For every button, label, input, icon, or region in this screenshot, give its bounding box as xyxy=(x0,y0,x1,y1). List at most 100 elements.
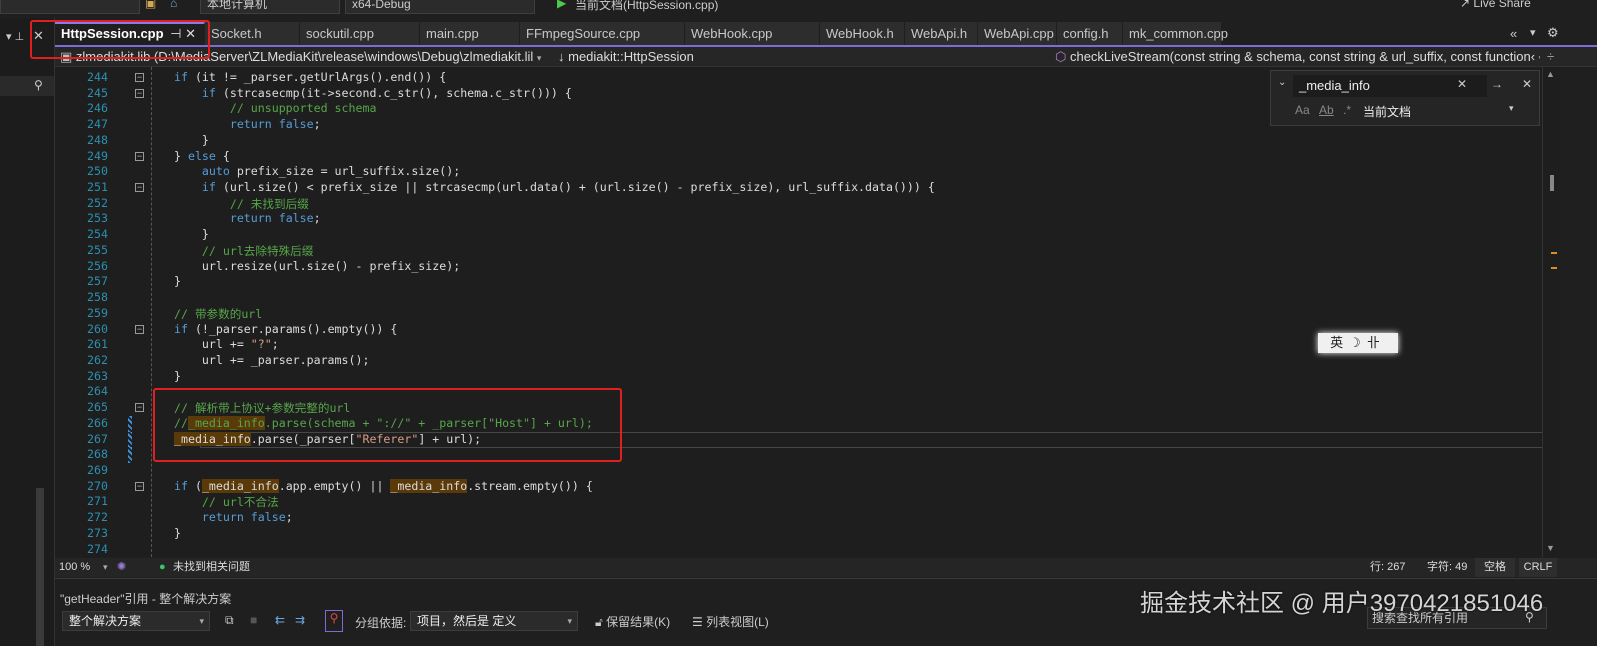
code-line[interactable]: } else { xyxy=(174,149,230,163)
code-line[interactable]: // url去除特殊后缀 xyxy=(174,243,313,259)
ime-toolbar[interactable]: 英☽卝 xyxy=(1318,333,1398,353)
whole-word-icon[interactable]: Ab xyxy=(1319,103,1334,117)
fold-toggle-icon[interactable]: − xyxy=(135,481,144,491)
group-by-dropdown[interactable]: 项目，然后是 定义 ▾ xyxy=(410,611,578,631)
scope-dropdown[interactable]: ↓ mediakit::HttpSession xyxy=(558,49,1048,65)
copy-icon[interactable]: ⧉ xyxy=(225,613,234,628)
column-number[interactable]: 字符: 49 xyxy=(1427,558,1467,577)
tab-socket-h[interactable]: Socket.h xyxy=(205,22,300,45)
live-share-label: Live Share xyxy=(1473,0,1531,10)
change-marker xyxy=(128,415,132,432)
indent-mode[interactable]: 空格 xyxy=(1475,558,1515,577)
scope-dropdown-icon[interactable]: ▾ xyxy=(1509,103,1514,114)
search-icon[interactable]: ⚲ xyxy=(34,78,43,92)
code-line[interactable]: } xyxy=(174,274,181,288)
code-line[interactable]: } xyxy=(174,227,209,241)
line-ending[interactable]: CRLF xyxy=(1519,558,1557,577)
code-line[interactable]: // 未找到后缀 xyxy=(174,196,309,212)
fold-toggle-icon[interactable]: − xyxy=(135,183,144,193)
fold-toggle-icon[interactable]: − xyxy=(135,88,144,98)
tab-mk-common-cpp[interactable]: mk_common.cpp xyxy=(1123,22,1228,45)
next-icon[interactable]: ⇉ xyxy=(295,613,305,627)
code-line[interactable]: if (!_parser.params().empty()) { xyxy=(174,322,397,336)
fold-toggle-icon[interactable]: − xyxy=(135,403,144,413)
tab-main-cpp[interactable]: main.cpp xyxy=(420,22,520,45)
target-dropdown[interactable]: 本地计算机 xyxy=(200,0,340,14)
clear-icon[interactable]: ■ xyxy=(250,613,257,627)
code-line[interactable]: if (strcasecmp(it->second.c_str(), schem… xyxy=(174,86,572,100)
intellicode-icon[interactable]: ✺ xyxy=(117,558,126,577)
code-line[interactable]: url += "?"; xyxy=(174,337,279,351)
list-view-button[interactable]: ☰ 列表视图(L) xyxy=(692,613,769,630)
code-line[interactable]: url += _parser.params(); xyxy=(174,353,370,367)
tab-webhook-h[interactable]: WebHook.h xyxy=(820,22,905,45)
zoom-dropdown-icon[interactable]: ▾ xyxy=(103,558,108,577)
clear-icon[interactable]: ✕ xyxy=(1457,77,1467,91)
scroll-tabs-icon[interactable]: « xyxy=(1510,26,1517,41)
scroll-thumb[interactable] xyxy=(1550,175,1554,191)
previous-icon[interactable]: ⇇ xyxy=(275,613,285,627)
split-icon[interactable]: ÷ xyxy=(1547,49,1554,64)
tab-list-icon[interactable]: ▾ xyxy=(1530,26,1536,39)
code-line[interactable]: auto prefix_size = url_suffix.size(); xyxy=(174,164,460,178)
vertical-scrollbar[interactable]: ▲ ▼ xyxy=(1542,67,1559,557)
zoom-dropdown[interactable]: 100 % xyxy=(59,558,90,577)
code-line[interactable]: return false; xyxy=(174,211,321,225)
code-line[interactable]: // unsupported schema xyxy=(174,101,377,115)
find-scope[interactable]: 当前文档 xyxy=(1363,103,1411,120)
code-line[interactable]: if (url.size() < prefix_size || strcasec… xyxy=(174,180,935,194)
regex-icon[interactable]: .* xyxy=(1343,103,1351,117)
tab-label: Socket.h xyxy=(211,26,262,41)
ime-mode-icon[interactable]: ☽ xyxy=(1349,335,1367,350)
home-icon[interactable]: ⌂ xyxy=(170,0,177,10)
scroll-down-icon[interactable]: ▼ xyxy=(1546,543,1555,553)
code-line[interactable]: url.resize(url.size() - prefix_size); xyxy=(174,259,460,273)
scroll-up-icon[interactable]: ▲ xyxy=(1546,69,1555,79)
code-line[interactable]: if (_media_info.app.empty() || _media_in… xyxy=(174,478,593,493)
member-dropdown[interactable]: ⬡ checkLiveStream(const string & schema,… xyxy=(1055,49,1540,66)
code-line[interactable]: // url不合法 xyxy=(174,494,279,510)
filter-icon[interactable]: ⚲ xyxy=(325,610,343,632)
code-line[interactable]: return false; xyxy=(174,510,293,524)
issues-status[interactable]: 未找到相关问题 xyxy=(173,558,250,577)
fold-toggle-icon[interactable]: − xyxy=(135,73,144,82)
code-line[interactable]: if (it != _parser.getUrlArgs().end()) { xyxy=(174,70,446,84)
find-next-icon[interactable]: → xyxy=(1491,77,1503,91)
tab-sockutil-cpp[interactable]: sockutil.cpp xyxy=(300,22,420,45)
tab-label: sockutil.cpp xyxy=(306,26,374,41)
live-share-button[interactable]: ↗ Live Share xyxy=(1460,0,1531,10)
code-line[interactable]: } xyxy=(174,133,209,147)
run-icon[interactable]: ▶ xyxy=(557,0,566,10)
check-icon: ● xyxy=(159,561,166,573)
line-number[interactable]: 行: 267 xyxy=(1370,558,1405,577)
code-line[interactable]: return false; xyxy=(174,117,321,131)
ime-lang[interactable]: 英 xyxy=(1330,335,1349,350)
config-dropdown[interactable]: x64-Debug xyxy=(345,0,535,14)
run-button[interactable]: 当前文档(HttpSession.cpp) xyxy=(575,0,718,13)
close-find-icon[interactable]: ✕ xyxy=(1522,77,1532,91)
pin-icon[interactable]: ▾ ⊥ xyxy=(6,30,24,43)
status-bar: 100 % ▾ ✺ ● 未找到相关问题 行: 267 字符: 49 空格 CRL… xyxy=(55,558,1597,577)
code-line[interactable]: // 带参数的url xyxy=(174,306,262,322)
tab-ffmpegsource-cpp[interactable]: FFmpegSource.cpp xyxy=(520,22,685,45)
code-editor[interactable]: 244 − if (it != _parser.getUrlArgs().end()… xyxy=(55,67,1542,557)
expand-icon[interactable]: ⌄ xyxy=(1278,77,1286,88)
fold-toggle-icon[interactable]: − xyxy=(135,324,144,334)
search-box[interactable] xyxy=(0,76,54,96)
tab-webapi-cpp[interactable]: WebApi.cpp xyxy=(978,22,1057,45)
code-line[interactable]: } xyxy=(174,369,181,383)
keep-results-button[interactable]: 🔓︎ 保留结果(K) xyxy=(595,613,670,630)
ime-width-icon[interactable]: 卝 xyxy=(1367,335,1386,350)
tab-config-h[interactable]: config.h xyxy=(1057,22,1123,45)
toolbar-dropdown[interactable] xyxy=(0,0,140,14)
line-number: 268 xyxy=(87,447,108,462)
match-case-icon[interactable]: Aa xyxy=(1295,103,1310,117)
solution-icon[interactable]: ▣ xyxy=(145,0,156,10)
settings-icon[interactable]: ⚙ xyxy=(1547,25,1559,41)
tab-webhook-cpp[interactable]: WebHook.cpp xyxy=(685,22,820,45)
scrollbar[interactable] xyxy=(36,488,44,646)
tab-webapi-h[interactable]: WebApi.h xyxy=(905,22,978,45)
fold-toggle-icon[interactable]: − xyxy=(135,151,144,161)
code-line[interactable]: } xyxy=(174,526,181,540)
scope-dropdown[interactable]: 整个解决方案 ▾ xyxy=(62,611,210,631)
